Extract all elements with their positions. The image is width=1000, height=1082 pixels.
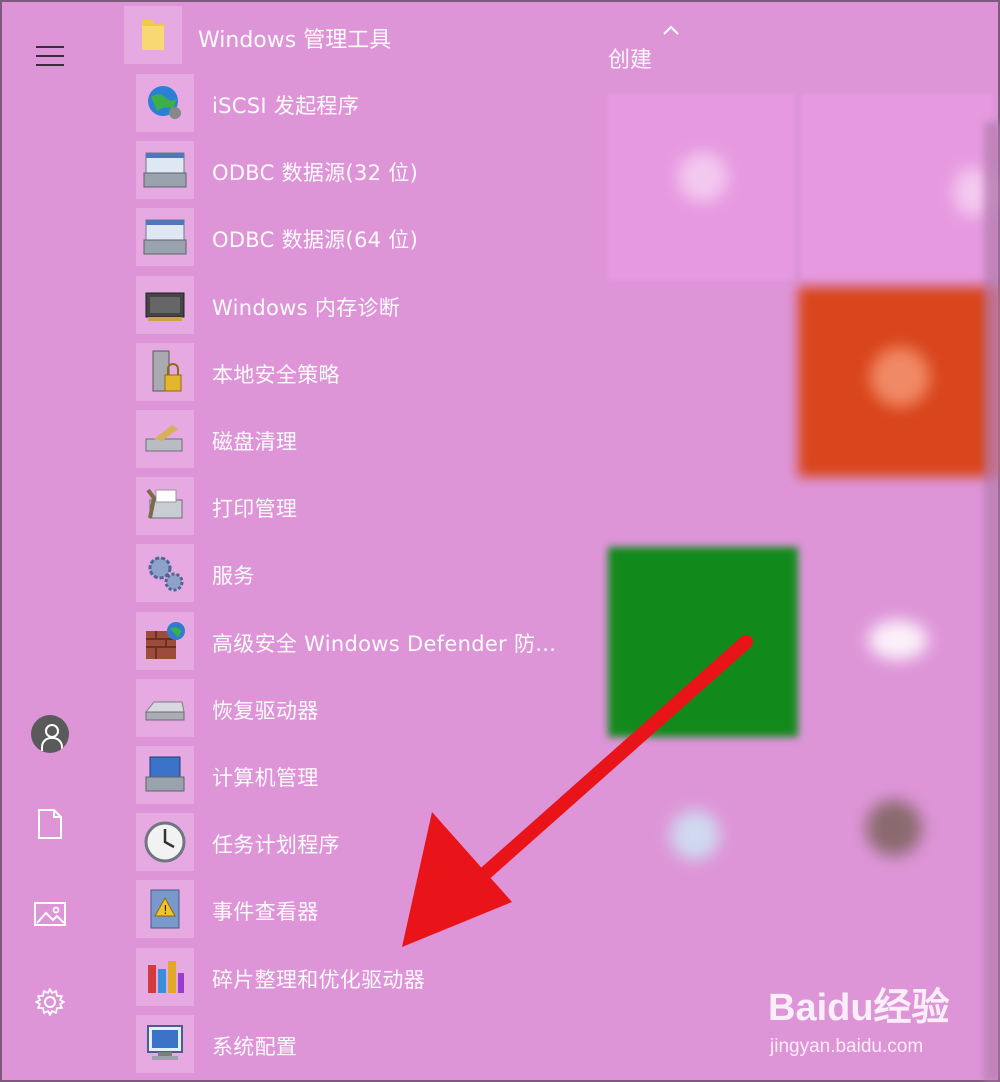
user-avatar-icon — [31, 715, 69, 753]
hamburger-icon-line — [36, 64, 64, 66]
app-list-item[interactable]: Windows 内存诊断 — [136, 274, 596, 338]
iscsi-globe-icon — [136, 74, 194, 132]
tile-icon-blurred — [678, 152, 728, 202]
app-list-item[interactable]: 恢复驱动器 — [136, 677, 596, 741]
app-list-item[interactable]: 任务计划程序 — [136, 811, 596, 875]
hamburger-icon-line — [36, 46, 64, 48]
memory-chip-icon — [136, 275, 194, 334]
app-list-item[interactable]: 打印管理 — [136, 475, 596, 539]
user-account-button[interactable] — [30, 714, 70, 754]
green-tile[interactable] — [608, 547, 798, 737]
app-list-item[interactable]: 计算机管理 — [136, 744, 596, 808]
office-icon — [870, 347, 930, 407]
event-viewer-icon: ! — [136, 880, 194, 939]
hamburger-icon-line — [36, 55, 64, 57]
svg-text:!: ! — [163, 903, 168, 917]
picture-icon — [34, 902, 66, 926]
folder-icon — [124, 6, 182, 64]
firewall-icon — [136, 611, 194, 670]
app-list-item[interactable]: 磁盘清理 — [136, 408, 596, 472]
security-policy-icon — [136, 342, 194, 401]
computer-management-icon — [136, 746, 194, 804]
print-management-icon — [136, 477, 194, 536]
tiles-area: 创建 — [608, 2, 1000, 1082]
watermark-logo: Baidu经验 — [768, 987, 950, 1029]
gear-icon — [35, 988, 65, 1016]
folder-windows-admin-tools[interactable]: Windows 管理工具 — [122, 2, 679, 70]
scroll-shadow — [984, 122, 1000, 1082]
app-label: 磁盘清理 — [212, 430, 298, 454]
app-label: 任务计划程序 — [212, 833, 340, 858]
app-label: 打印管理 — [212, 497, 298, 522]
system-config-icon — [136, 1014, 194, 1073]
start-left-rail — [2, 2, 122, 1082]
app-list-item[interactable]: ODBC 数据源(32 位) — [136, 139, 596, 203]
settings-button[interactable] — [30, 982, 70, 1022]
app-list-item[interactable]: ! 事件查看器 — [136, 878, 596, 942]
watermark-url: jingyan.baidu.com — [770, 1036, 924, 1057]
app-label: 高级安全 Windows Defender 防... — [212, 631, 557, 656]
app-label: ODBC 数据源(32 位) — [212, 161, 419, 186]
document-icon — [38, 809, 62, 839]
app-label: iSCSI 发起程序 — [212, 94, 360, 118]
app-label: ODBC 数据源(64 位) — [212, 228, 419, 253]
app-label: 恢复驱动器 — [212, 698, 319, 723]
app-list: Windows 管理工具 iSCSI 发起程序 ODBC 数据源(32 位) ODB… — [122, 2, 679, 1082]
app-label: Windows 内存诊断 — [212, 295, 401, 320]
recovery-drive-icon — [136, 678, 194, 737]
tile-group-title: 创建 — [608, 48, 653, 73]
defrag-icon — [136, 947, 194, 1006]
app-label: 系统配置 — [212, 1034, 298, 1059]
disk-cleanup-icon — [136, 410, 194, 468]
app-list-item[interactable]: 高级安全 Windows Defender 防... — [136, 610, 596, 674]
app-list-item[interactable]: 系统配置 — [136, 1013, 596, 1077]
services-gears-icon — [136, 544, 194, 603]
expand-menu-button[interactable] — [30, 36, 70, 76]
app-label: 服务 — [212, 564, 255, 589]
app-list-item[interactable]: iSCSI 发起程序 — [136, 72, 596, 136]
app-list-item[interactable]: 服务 — [136, 542, 596, 606]
app-label: 计算机管理 — [212, 766, 319, 790]
app-label: 碎片整理和优化驱动器 — [212, 967, 425, 992]
app-list-item[interactable]: 本地安全策略 — [136, 341, 596, 405]
documents-button[interactable] — [30, 804, 70, 844]
odbc-64-icon — [136, 208, 194, 267]
task-scheduler-clock-icon — [136, 813, 194, 872]
tile-icon-blurred — [866, 800, 922, 856]
folder-label: Windows 管理工具 — [198, 28, 392, 53]
app-list-item[interactable]: 碎片整理和优化驱动器 — [136, 946, 596, 1010]
baidu-watermark: Baidu经验 jingyan.baidu.com — [768, 972, 968, 1062]
odbc-32-icon — [136, 141, 194, 200]
cloud-icon — [868, 620, 928, 660]
app-label: 事件查看器 — [212, 900, 319, 925]
app-label: 本地安全策略 — [212, 362, 340, 387]
app-list-item[interactable]: ODBC 数据源(64 位) — [136, 206, 596, 270]
tile-icon-blurred — [670, 810, 720, 860]
pictures-button[interactable] — [30, 894, 70, 934]
